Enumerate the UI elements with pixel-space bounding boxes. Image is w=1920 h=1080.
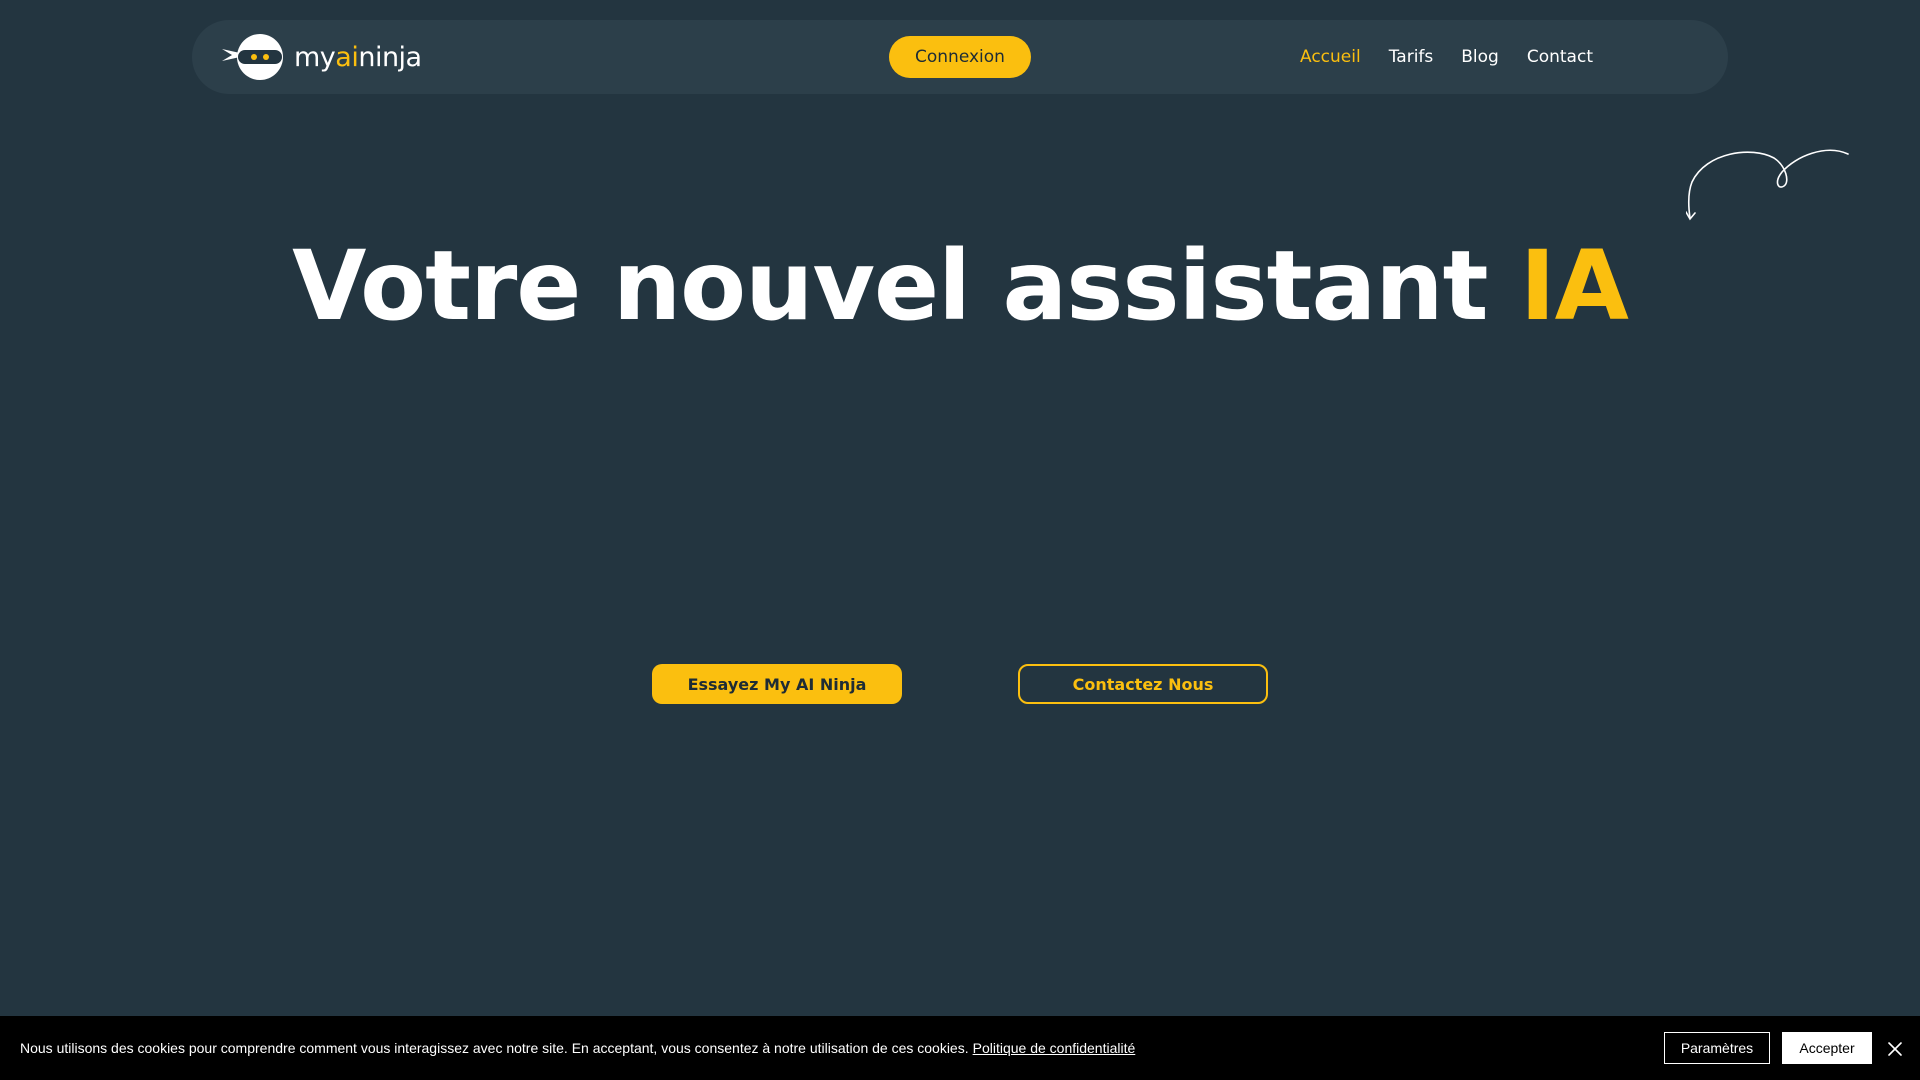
hero-title-main: Votre nouvel assistant [292,230,1488,342]
login-button[interactable]: Connexion [889,36,1031,78]
logo-text-prefix: my [294,41,336,73]
cookie-message-text: Nous utilisons des cookies pour comprend… [20,1040,969,1056]
nav-item-accueil[interactable]: Accueil [1300,47,1361,67]
main-nav: Accueil Tarifs Blog Contact [1300,20,1593,94]
ninja-head-icon [222,34,283,80]
cookie-banner: Nous utilisons des cookies pour comprend… [0,1016,1920,1080]
cookie-message: Nous utilisons des cookies pour comprend… [20,1016,1135,1080]
privacy-policy-link[interactable]: Politique de confidentialité [973,1040,1136,1056]
contact-us-button[interactable]: Contactez Nous [1018,664,1268,704]
nav-item-contact[interactable]: Contact [1527,47,1593,67]
nav-item-tarifs[interactable]: Tarifs [1389,47,1434,67]
logo-text-suffix: ninja [358,41,422,73]
nav-item-blog[interactable]: Blog [1461,47,1499,67]
logo-text-accent: ai [335,41,359,73]
hero-title-accent: IA [1519,230,1629,342]
navbar: myaininja Connexion Accueil Tarifs Blog … [192,20,1728,94]
hero-title: Votre nouvel assistant IA [0,226,1920,346]
try-ninja-button[interactable]: Essayez My AI Ninja [652,664,902,704]
close-icon [1888,1042,1902,1056]
curved-arrow-icon [1686,149,1849,221]
cookie-close-button[interactable] [1884,1038,1906,1060]
logo-text: myaininja [294,42,422,73]
logo[interactable]: myaininja [220,34,422,80]
cookie-settings-button[interactable]: Paramètres [1664,1032,1770,1064]
cookie-accept-button[interactable]: Accepter [1782,1032,1872,1064]
